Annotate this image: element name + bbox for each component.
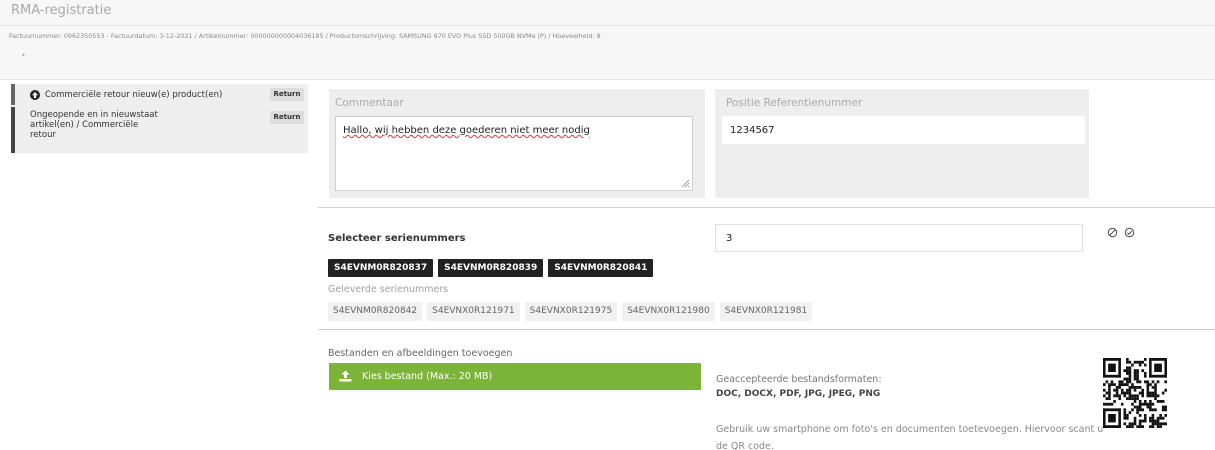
return-type-sidebar: Commerciële retour nieuw(e) product(en) … — [11, 84, 308, 153]
comment-panel: Commentaar Hallo, wij hebben deze goeder… — [329, 89, 705, 198]
select-serials-title: Selecteer serienummers — [328, 233, 466, 244]
delivered-serial-chip[interactable]: S4EVNM0R820842 — [328, 302, 423, 321]
choose-file-button[interactable]: Kies bestand (Max.: 20 MB) — [329, 363, 701, 390]
selected-serials: S4EVNM0R820837 S4EVNM0R820839 S4EVNM0R82… — [328, 259, 654, 277]
return-button[interactable]: Return — [270, 88, 304, 101]
delivered-serial-chip[interactable]: S4EVNX0R121975 — [524, 302, 618, 321]
section-divider — [318, 329, 1215, 330]
delivered-serial-chip[interactable]: S4EVNX0R121971 — [427, 302, 520, 321]
upload-icon — [339, 370, 352, 382]
delivered-serial-chip[interactable]: S4EVNX0R121981 — [719, 302, 813, 321]
section-divider — [318, 207, 1215, 208]
reference-label: Positie Referentienummer — [726, 97, 863, 109]
resize-grip-icon[interactable] — [681, 179, 690, 188]
selected-serial-chip[interactable]: S4EVNM0R820837 — [328, 259, 434, 277]
arrow-up-circle-icon — [30, 90, 40, 100]
comment-text: Hallo, wij hebben deze goederen niet mee… — [343, 125, 590, 136]
clear-selection-icon[interactable] — [1107, 227, 1118, 238]
delivered-serial-chip[interactable]: S4EVNX0R121980 — [622, 302, 715, 321]
rma-page: RMA-registratie Factuurnummer: 096235055… — [0, 0, 1215, 450]
accepted-formats-label: Geaccepteerde bestandsformaten: — [716, 374, 882, 385]
page-title: RMA-registratie — [11, 3, 112, 18]
comment-textarea[interactable]: Hallo, wij hebben deze goederen niet mee… — [335, 116, 693, 191]
files-section-label: Bestanden en afbeeldingen toevoegen — [328, 348, 513, 359]
reference-panel: Positie Referentienummer — [715, 89, 1089, 198]
active-indicator — [11, 84, 15, 105]
choose-file-label: Kies bestand (Max.: 20 MB) — [362, 371, 493, 382]
selected-serial-chip[interactable]: S4EVNM0R820841 — [548, 259, 654, 277]
sidebar-item-unopened-commercial-return[interactable]: Ongeopende en in nieuwstaat artikel(en) … — [11, 107, 308, 153]
bullet-dot: • — [21, 51, 26, 60]
serial-count-input[interactable] — [715, 224, 1083, 252]
sidebar-item-label-line-1: Ongeopende en in nieuwstaat — [30, 110, 158, 120]
sidebar-item-commercial-return-new[interactable]: Commerciële retour nieuw(e) product(en) … — [11, 84, 308, 105]
item-indicator — [11, 107, 15, 153]
sidebar-item-label: Commerciële retour nieuw(e) product(en) — [45, 90, 223, 100]
comment-label: Commentaar — [335, 97, 404, 109]
reference-input[interactable] — [722, 116, 1085, 144]
qr-code — [1103, 358, 1167, 428]
sidebar-item-label-line-3: retour — [30, 130, 56, 140]
sidebar-item-label-line-2: artikel(en) / Commerciële — [30, 120, 139, 130]
qr-hint-text: Gebruik uw smartphone om foto's en docum… — [716, 424, 1104, 450]
page-header: RMA-registratie Factuurnummer: 096235055… — [0, 0, 1215, 80]
accepted-formats: DOC, DOCX, PDF, JPG, JPEG, PNG — [716, 389, 881, 399]
confirm-selection-icon[interactable] — [1124, 227, 1135, 238]
delivered-serials: S4EVNM0R820842 S4EVNX0R121971 S4EVNX0R12… — [328, 302, 813, 321]
return-button[interactable]: Return — [270, 111, 304, 124]
selected-serial-chip[interactable]: S4EVNM0R820839 — [438, 259, 544, 277]
invoice-info: Factuurnummer: 0962350553 - Factuurdatum… — [9, 32, 601, 40]
divider — [0, 25, 1215, 26]
delivered-serials-label: Geleverde serienummers — [328, 284, 449, 295]
